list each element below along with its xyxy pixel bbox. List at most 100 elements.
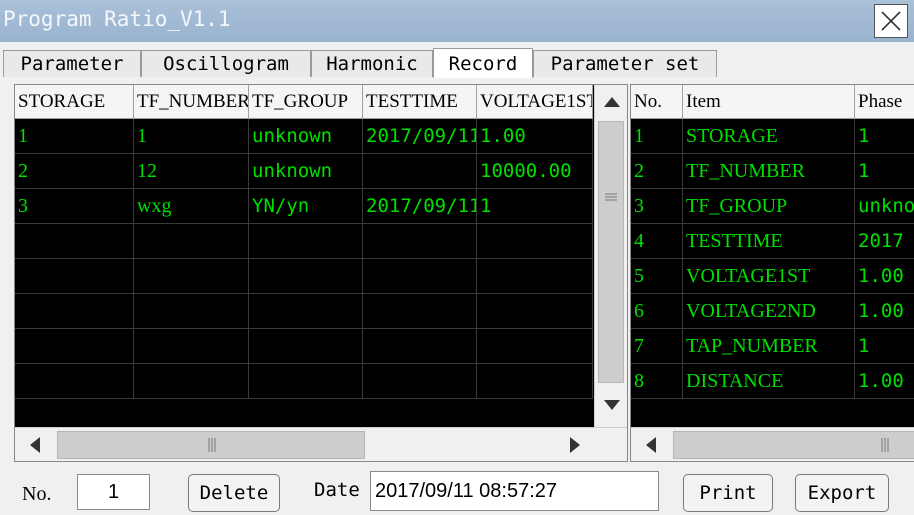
table-cell[interactable] [477,329,593,364]
table-cell[interactable]: 2 [631,154,683,189]
table-cell[interactable] [363,259,477,294]
table-cell[interactable] [249,224,363,259]
table-cell[interactable]: unknown [249,154,363,189]
table-cell[interactable] [249,364,363,399]
table-cell[interactable] [15,329,134,364]
scroll-left-button[interactable] [631,428,671,461]
column-header[interactable]: VOLTAGE1ST [477,85,593,119]
table-cell[interactable]: 1 [477,189,593,224]
column-header[interactable]: STORAGE [15,85,134,119]
column-header[interactable]: Phase [855,85,914,119]
table-cell[interactable]: 2017/09/11 [363,119,477,154]
table-cell[interactable]: 2 [15,154,134,189]
table-cell[interactable]: 12 [134,154,249,189]
table-cell[interactable]: wxg [134,189,249,224]
table-cell[interactable] [363,329,477,364]
vertical-scroll-thumb[interactable] [598,121,624,383]
table-cell[interactable] [15,259,134,294]
horizontal-scroll-thumb[interactable] [57,431,365,459]
delete-button[interactable]: Delete [188,474,280,512]
grip-icon [605,193,617,201]
print-button[interactable]: Print [683,474,773,512]
table-cell[interactable]: 5 [631,259,683,294]
table-cell[interactable]: VOLTAGE2ND [683,294,855,329]
table-cell[interactable] [363,154,477,189]
table-cell[interactable]: 1 [15,119,134,154]
title-bar: Program Ratio_V1.1 [0,0,914,42]
table-cell[interactable]: 1.00 [855,294,914,329]
details-table: No. Item Phase 1 STORAGE 1 2 TF_NUMBER 1 3 TF_GROU… [630,84,914,462]
table-cell[interactable]: 1 [855,119,914,154]
table-cell[interactable] [134,364,249,399]
tab-record[interactable]: Record [433,48,533,78]
table-cell[interactable]: 1 [855,329,914,364]
table-cell[interactable]: TESTTIME [683,224,855,259]
column-header[interactable]: No. [631,85,683,119]
table-cell[interactable]: 1.00 [855,259,914,294]
table-cell[interactable] [134,329,249,364]
tab-oscillogram[interactable]: Oscillogram [141,50,311,77]
table-cell[interactable] [477,259,593,294]
table-cell[interactable] [249,259,363,294]
table-cell[interactable]: DISTANCE [683,364,855,399]
horizontal-scroll-thumb[interactable] [673,431,914,459]
table-cell[interactable] [134,224,249,259]
table-cell[interactable] [15,224,134,259]
tab-parameter[interactable]: Parameter [3,50,141,77]
table-cell[interactable] [249,294,363,329]
column-header[interactable]: Item [683,85,855,119]
triangle-up-icon [603,97,620,107]
table-cell[interactable]: 10000.00 [477,154,593,189]
table-cell[interactable]: STORAGE [683,119,855,154]
date-label: Date [314,479,360,501]
column-header[interactable]: TF_NUMBER [134,85,249,119]
records-horizontal-scrollbar[interactable] [15,427,627,461]
table-cell[interactable]: 8 [631,364,683,399]
table-cell[interactable]: TF_GROUP [683,189,855,224]
table-cell[interactable] [15,364,134,399]
table-cell[interactable]: 4 [631,224,683,259]
tab-harmonic[interactable]: Harmonic [311,50,433,77]
column-header[interactable]: TESTTIME [363,85,477,119]
scroll-right-button[interactable] [555,428,595,461]
table-cell[interactable] [134,294,249,329]
table-cell[interactable]: TAP_NUMBER [683,329,855,364]
table-cell[interactable] [363,364,477,399]
table-cell[interactable]: 1 [855,154,914,189]
export-button[interactable]: Export [795,474,889,512]
table-cell[interactable]: 1.00 [855,364,914,399]
table-cell[interactable]: TF_NUMBER [683,154,855,189]
scroll-left-button[interactable] [15,428,55,461]
table-cell[interactable] [15,294,134,329]
table-cell[interactable] [363,294,477,329]
scroll-up-button[interactable] [595,85,627,119]
grip-icon [208,438,216,452]
table-cell[interactable]: 1.00 [477,119,593,154]
table-cell[interactable]: 2017/09/11 [363,189,477,224]
table-cell[interactable]: unknown [249,119,363,154]
table-cell[interactable]: unknown [855,189,914,224]
table-cell[interactable] [477,224,593,259]
table-cell[interactable]: 3 [15,189,134,224]
table-cell[interactable] [477,294,593,329]
table-cell[interactable] [477,364,593,399]
table-cell[interactable]: YN/yn [249,189,363,224]
table-cell[interactable]: 3 [631,189,683,224]
table-cell[interactable]: 2017 [855,224,914,259]
table-cell[interactable]: 6 [631,294,683,329]
table-cell[interactable]: 1 [134,119,249,154]
date-field[interactable]: 2017/09/11 08:57:27 [370,471,659,511]
column-header[interactable]: TF_GROUP [249,85,363,119]
table-cell[interactable] [363,224,477,259]
details-horizontal-scrollbar[interactable] [631,427,914,461]
scroll-down-button[interactable] [595,385,627,425]
record-number-input[interactable]: 1 [77,474,150,510]
table-cell[interactable] [249,329,363,364]
close-button[interactable] [874,4,908,38]
tab-parameter-set[interactable]: Parameter set [533,50,717,77]
table-cell[interactable] [134,259,249,294]
table-cell[interactable]: 1 [631,119,683,154]
table-cell[interactable]: VOLTAGE1ST [683,259,855,294]
records-vertical-scrollbar[interactable] [594,85,627,427]
table-cell[interactable]: 7 [631,329,683,364]
